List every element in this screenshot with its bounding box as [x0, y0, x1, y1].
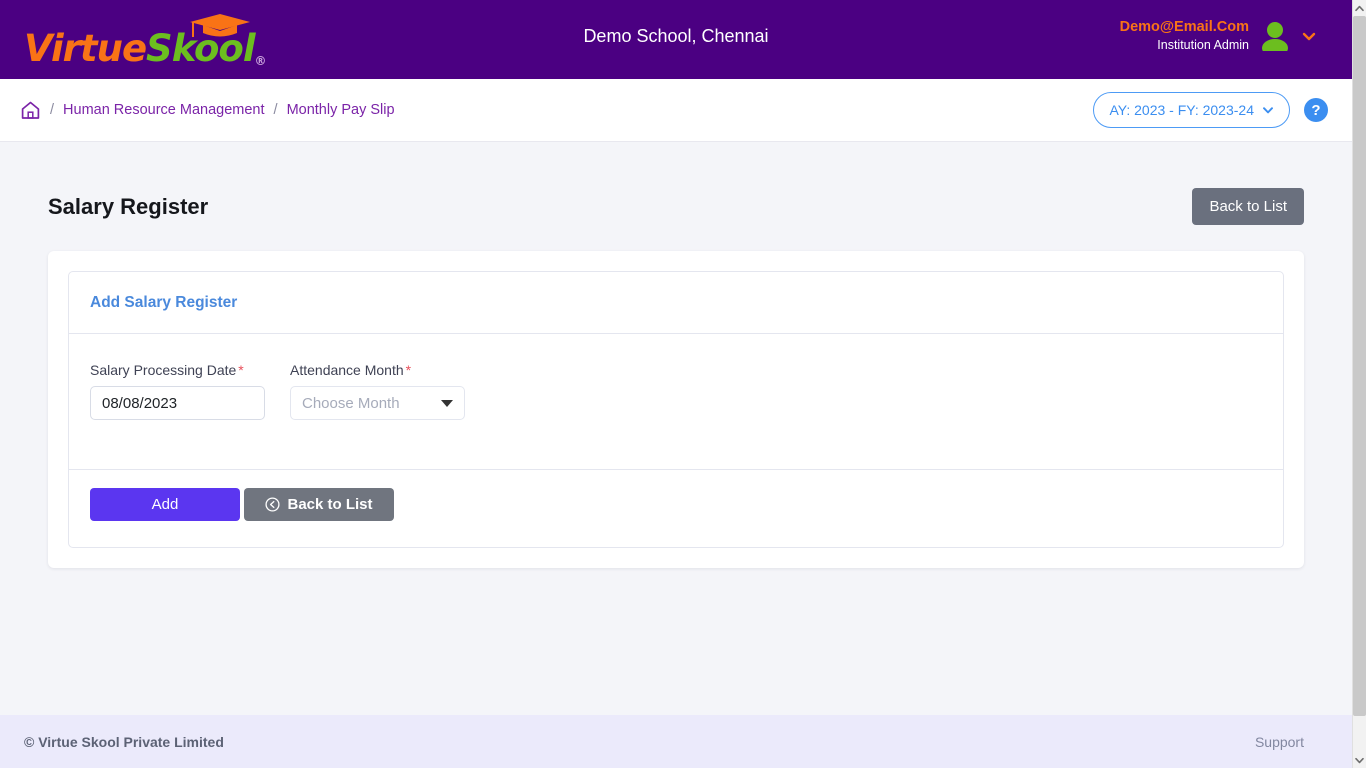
add-salary-register-panel: Add Salary Register Salary Processing Da… — [68, 271, 1284, 548]
user-meta: Demo@Email.Com Institution Admin — [1120, 18, 1249, 54]
breadcrumb-item-hrm[interactable]: Human Resource Management — [63, 102, 265, 118]
academic-year-selector[interactable]: AY: 2023 - FY: 2023-24 — [1093, 92, 1290, 128]
attendance-month-select[interactable]: Choose Month — [290, 386, 465, 420]
page-title: Salary Register — [48, 193, 209, 219]
footer-support-link[interactable]: Support — [1255, 734, 1304, 750]
required-asterisk: * — [238, 362, 244, 378]
user-role-label: Institution Admin — [1157, 38, 1249, 53]
help-button[interactable]: ? — [1304, 98, 1328, 122]
salary-register-card: Add Salary Register Salary Processing Da… — [48, 251, 1304, 568]
breadcrumb-separator-1: / — [50, 102, 55, 118]
breadcrumb: / Human Resource Management / Monthly Pa… — [20, 100, 395, 121]
attendance-month-label-text: Attendance Month — [290, 362, 404, 378]
chevron-down-icon — [1263, 107, 1273, 114]
salary-processing-date-input[interactable] — [90, 386, 265, 420]
breadcrumb-bar: / Human Resource Management / Monthly Pa… — [0, 79, 1352, 142]
panel-footer-actions: Add Back to List — [69, 469, 1283, 539]
scrollbar-thumb[interactable] — [1353, 16, 1366, 716]
main-content: Salary Register Back to List Add Salary … — [0, 142, 1352, 715]
chevron-down-icon — [1355, 757, 1364, 763]
scrollbar-down-button[interactable] — [1353, 752, 1366, 768]
breadcrumb-item-monthly-pay-slip[interactable]: Monthly Pay Slip — [287, 102, 395, 118]
page-header: Salary Register Back to List — [48, 142, 1304, 251]
brand-wordmark: VirtueSkool® — [24, 14, 267, 70]
footer-copyright: © Virtue Skool Private Limited — [24, 733, 224, 750]
attendance-month-label: Attendance Month * — [290, 362, 465, 378]
add-button[interactable]: Add — [90, 488, 240, 521]
back-to-list-top-button[interactable]: Back to List — [1192, 188, 1304, 225]
brand-text-virtue: Virtue — [24, 27, 147, 70]
graduation-cap-icon — [190, 14, 250, 37]
salary-processing-date-label-text: Salary Processing Date — [90, 362, 237, 378]
brand-registered-mark: ® — [254, 54, 267, 68]
circle-arrow-left-icon — [265, 497, 281, 512]
breadcrumb-bar-right: AY: 2023 - FY: 2023-24 ? — [1093, 92, 1328, 128]
field-salary-processing-date: Salary Processing Date * — [90, 362, 265, 420]
panel-header: Add Salary Register — [69, 272, 1283, 334]
panel-body: Salary Processing Date* Attendance Month… — [69, 334, 1283, 469]
user-account-menu[interactable]: Demo@Email.Com Institution Admin — [1120, 18, 1317, 54]
panel-title: Add Salary Register — [90, 293, 238, 311]
back-to-list-button[interactable]: Back to List — [244, 488, 394, 521]
back-to-list-button-label: Back to List — [287, 496, 373, 513]
home-icon[interactable] — [20, 100, 41, 121]
brand-logo[interactable]: VirtueSkool® — [24, 12, 267, 70]
vertical-scrollbar[interactable] — [1352, 0, 1366, 768]
academic-year-label: AY: 2023 - FY: 2023-24 — [1109, 102, 1254, 118]
breadcrumb-separator-2: / — [273, 102, 278, 118]
scrollbar-up-button[interactable] — [1353, 0, 1366, 16]
user-email-label: Demo@Email.Com — [1119, 19, 1249, 35]
page-viewport: VirtueSkool® Demo School, Chennai Demo@E… — [0, 0, 1352, 768]
form-row: Salary Processing Date* Attendance Month… — [90, 362, 1262, 420]
chevron-up-icon — [1355, 5, 1364, 11]
top-header-bar: VirtueSkool® Demo School, Chennai Demo@E… — [0, 0, 1352, 79]
caret-down-icon — [441, 399, 453, 407]
attendance-month-placeholder: Choose Month — [302, 394, 400, 412]
salary-processing-date-label: Salary Processing Date * — [90, 362, 265, 378]
field-attendance-month: Attendance Month * Choose Month — [290, 362, 465, 420]
user-avatar-icon[interactable] — [1261, 21, 1289, 51]
chevron-down-icon[interactable] — [1301, 28, 1317, 44]
required-asterisk: * — [405, 362, 412, 378]
page-footer: © Virtue Skool Private Limited Support — [0, 715, 1352, 768]
